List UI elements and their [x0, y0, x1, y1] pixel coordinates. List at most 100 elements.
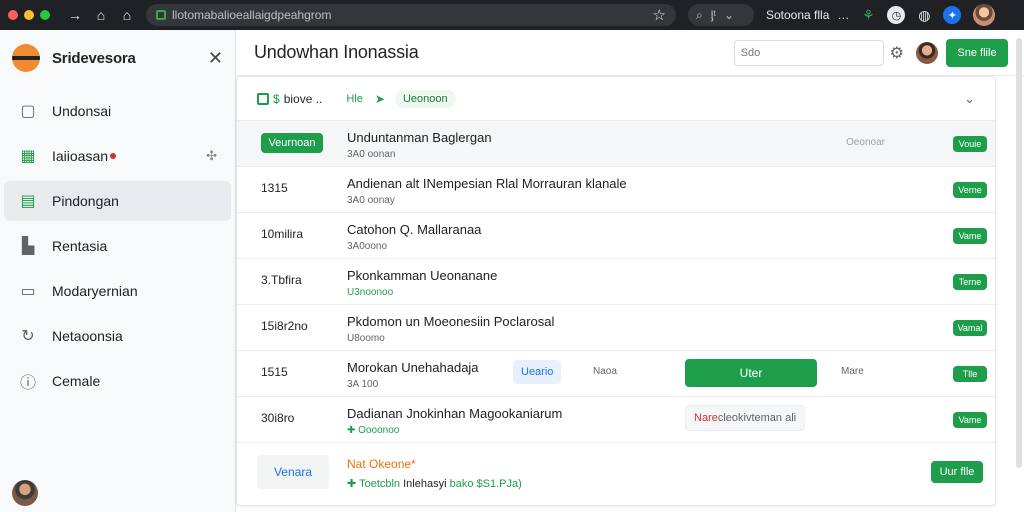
window-icon: ▭: [20, 283, 36, 300]
row-lead-button[interactable]: Veurnoan: [261, 133, 323, 153]
row-subtitle: 3A0 oonan: [347, 149, 396, 160]
home-icon[interactable]: ⌂: [88, 7, 114, 23]
document-icon: ▤: [20, 193, 36, 210]
vertical-scrollbar[interactable]: [1016, 38, 1022, 468]
close-window-button[interactable]: [8, 10, 18, 20]
footer-action-button[interactable]: Uur flle: [931, 461, 983, 483]
card-footer: Venara Nat Okeone* ✚ Toetcbln Inlehasyi …: [237, 443, 995, 507]
row-title: Pkdomon un Moeonesiin Poclarosal: [347, 314, 555, 329]
browser-toolbar: → ⌂ ⌂ llotomabalioeallaigdpeahgrom ☆ ⌕ ᶅ…: [0, 0, 1024, 30]
browser-search-box[interactable]: ⌕ ᶅᵗ ⌄: [688, 4, 754, 26]
row-subtitle: ✚ Oooonoo: [347, 425, 399, 436]
table-row[interactable]: Veurnoan Unduntanman Baglergan 3A0 oonan…: [237, 121, 995, 167]
sidebar-item-netaoonsia[interactable]: ↻ Netaoonsia: [4, 316, 231, 356]
row-pill[interactable]: Ueario: [513, 360, 562, 384]
extension-bird-icon[interactable]: ✦: [943, 6, 962, 24]
window-controls: [8, 10, 50, 20]
minimize-window-button[interactable]: [24, 10, 34, 20]
row-tag-text: cleokivteman ali: [717, 412, 797, 424]
row-title: Morokan Unehahadaja: [347, 360, 479, 375]
status-badge[interactable]: Vame: [953, 412, 987, 428]
page-header: Undowhan Inonassia ⚙ Sne flile: [236, 30, 1024, 76]
info-icon: ⓘ: [19, 375, 36, 392]
more-menu-icon[interactable]: …: [837, 8, 849, 22]
move-icon[interactable]: ✣: [206, 148, 217, 164]
sidebar-item-modaryernian[interactable]: ▭ Modaryernian: [4, 271, 231, 311]
content-card: $ biove .. Hle ➤ Ueonoon ⌄ Veurnoan Undu…: [236, 76, 996, 506]
header-avatar[interactable]: [916, 41, 938, 64]
row-lead: 1515: [261, 365, 288, 379]
extension-clock-icon[interactable]: ◷: [887, 6, 906, 24]
row-title: Catohon Q. Mallaranaa: [347, 222, 482, 237]
table-row[interactable]: 1315 Andienan alt INempesian Rlal Morrau…: [237, 167, 995, 213]
row-lead: 30i8ro: [261, 411, 295, 425]
extension-leaf-icon[interactable]: ⚘: [859, 6, 877, 24]
search-input[interactable]: [733, 39, 884, 66]
refresh-icon: ↻: [21, 328, 35, 345]
tab-title[interactable]: Sotoona flla: [766, 8, 829, 22]
sidebar-item-label: Pindongan: [52, 193, 119, 209]
table-row[interactable]: 15i8r2no Pkdomon un Moeonesiin Poclarosa…: [237, 305, 995, 351]
sidebar-item-cemale[interactable]: ⓘ Cemale: [4, 361, 231, 401]
chevron-down-icon: ⌄: [724, 8, 735, 22]
play-icon: ➤: [374, 91, 385, 106]
new-file-button[interactable]: Sne flile: [946, 38, 1008, 67]
maximize-window-button[interactable]: [40, 10, 50, 20]
arrow-icon: $: [273, 91, 280, 106]
filter-icon: [257, 92, 269, 105]
url-text: llotomabalioeallaigdpeahgrom: [172, 8, 332, 22]
sidebar: Sridevesora ✕ ▢ Undonsai ▦ Iaiioasan ✣ ▤…: [0, 30, 236, 512]
star-icon: *: [411, 457, 416, 471]
status-badge[interactable]: Vamal: [953, 320, 987, 336]
sidebar-item-rentasia[interactable]: ▙ Rentasia: [4, 226, 231, 266]
status-badge[interactable]: Vouie: [953, 136, 987, 152]
filter-bar: $ biove .. Hle ➤ Ueonoon ⌄: [237, 77, 995, 121]
footer-button[interactable]: Venara: [257, 455, 329, 489]
filter-chip-ueonoon[interactable]: Ueonoon: [394, 89, 456, 108]
row-action-button[interactable]: Uter: [685, 359, 817, 387]
row-tag[interactable]: Narecleokivteman ali: [685, 405, 806, 431]
forward-icon[interactable]: →: [62, 7, 88, 23]
notification-dot: [110, 153, 117, 159]
bookmark-star-icon[interactable]: ☆: [653, 6, 666, 24]
row-subtitle: 3A0 oonay: [347, 195, 395, 206]
row-lead: 1315: [261, 181, 288, 195]
sidebar-item-pindongan[interactable]: ▤ Pindongan: [4, 181, 231, 221]
status-badge[interactable]: Vame: [953, 228, 987, 244]
row-title: Andienan alt INempesian Rlal Morrauran k…: [347, 176, 627, 191]
table-row[interactable]: 30i8ro Dadianan Jnokinhan Magookaniarum …: [237, 397, 995, 443]
address-bar[interactable]: llotomabalioeallaigdpeahgrom ☆: [146, 4, 676, 26]
sidebar-brand: Sridevesora ✕: [0, 30, 235, 86]
filter-chip-hle[interactable]: Hle: [338, 90, 371, 108]
sidebar-item-label: Rentasia: [52, 238, 108, 254]
row-title: Dadianan Jnokinhan Magookaniarum: [347, 406, 563, 421]
extension-globe-icon[interactable]: ◍: [915, 6, 933, 24]
main-content: Undowhan Inonassia ⚙ Sne flile $ biove .…: [236, 30, 1024, 512]
table-row[interactable]: 10milira Catohon Q. Mallaranaa 3A0oono V…: [237, 213, 995, 259]
filter-label[interactable]: biove ..: [284, 92, 323, 106]
chevron-down-icon[interactable]: ⌄: [964, 91, 975, 107]
row-lead: 3.Tbfira: [261, 273, 302, 287]
brand-logo: [12, 44, 40, 72]
footer-sub-tail: bako $S1.PJa): [449, 478, 522, 490]
row-lead: 10milira: [261, 227, 304, 241]
footer-title-text: Nat Okeone: [347, 457, 412, 471]
gear-icon[interactable]: ⚙: [890, 43, 904, 63]
status-badge[interactable]: Verne: [953, 182, 987, 198]
row-subtitle: U3noonoo: [347, 287, 394, 298]
lock-icon: [156, 10, 166, 20]
row-subtitle: 3A 100: [347, 379, 379, 390]
table-row[interactable]: 1515 Morokan Unehahadaja 3A 100 Ueario N…: [237, 351, 995, 397]
status-badge[interactable]: Terne: [953, 274, 987, 290]
sidebar-item-iaiioasan[interactable]: ▦ Iaiioasan ✣: [4, 136, 231, 176]
home-outline-icon[interactable]: ⌂: [114, 7, 140, 23]
sidebar-item-label: Cemale: [52, 373, 101, 389]
sidebar-item-undonsai[interactable]: ▢ Undonsai: [4, 91, 231, 131]
profile-avatar[interactable]: [973, 4, 996, 26]
table-row[interactable]: 3.Tbfira Pkonkamman Ueonanane U3noonoo T…: [237, 259, 995, 305]
status-badge[interactable]: Tlle: [953, 366, 987, 382]
user-avatar[interactable]: [12, 480, 38, 506]
clipboard-icon: ▢: [20, 103, 36, 120]
brand-name: Sridevesora: [52, 49, 136, 67]
close-icon[interactable]: ✕: [208, 48, 223, 69]
